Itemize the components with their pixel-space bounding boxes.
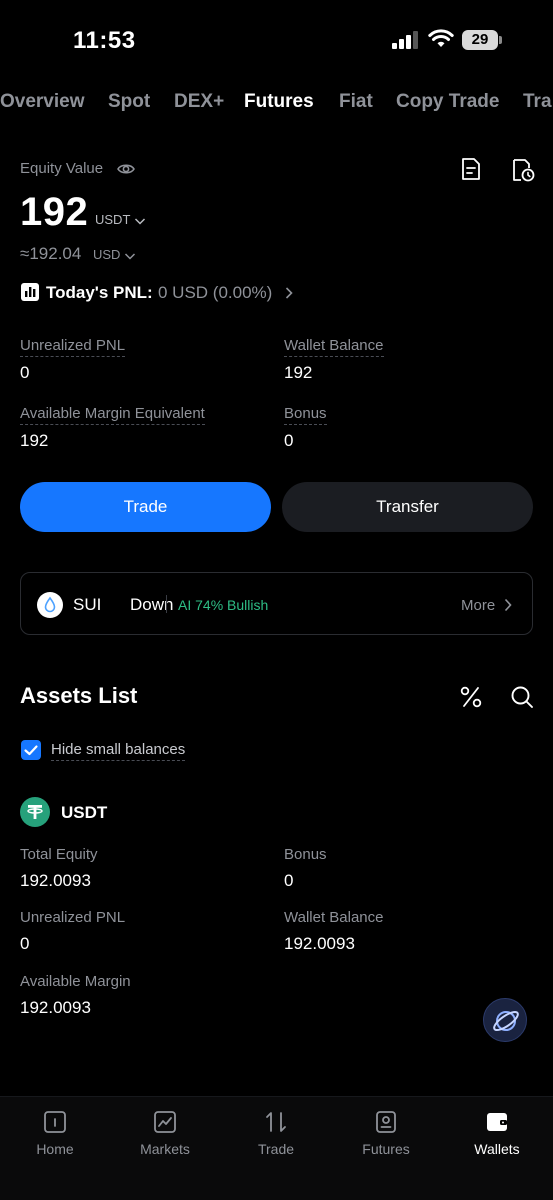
battery-icon: 29	[462, 30, 502, 50]
status-bar: 11:53 29	[0, 0, 553, 80]
nav-markets-label: Markets	[140, 1141, 190, 1157]
equity-unit-select[interactable]: USDT	[95, 212, 146, 227]
asset-unrealized-pnl-label: Unrealized PNL	[20, 909, 126, 926]
trade-icon	[266, 1112, 286, 1132]
bonus-value: 0	[284, 431, 294, 450]
bonus-label[interactable]: Bonus	[284, 405, 327, 425]
history-icon[interactable]	[510, 157, 536, 183]
equity-approx-value: ≈192.04	[20, 244, 82, 263]
asset-unrealized-pnl-value: 0	[20, 934, 30, 953]
asset-wallet-balance-value: 192.0093	[284, 934, 355, 953]
tab-fiat[interactable]: Fiat	[339, 88, 373, 116]
total-equity-value: 192.0093	[20, 871, 91, 890]
home-icon	[44, 1111, 66, 1133]
asset-available-margin-value: 192.0093	[20, 998, 91, 1017]
asset-available-margin-label: Available Margin	[20, 973, 131, 990]
hide-small-balances-label[interactable]: Hide small balances	[51, 741, 186, 761]
tab-futures[interactable]: Futures	[244, 88, 314, 116]
equity-unit-label: USDT	[95, 212, 131, 227]
markets-icon	[154, 1111, 176, 1133]
checkmark-icon	[24, 745, 38, 756]
banner-more-link[interactable]: More	[461, 597, 495, 614]
wallet-tabs: Overview Spot DEX+ Futures Fiat Copy Tra…	[0, 88, 553, 118]
approx-unit-select[interactable]: USD	[93, 247, 136, 262]
chevron-down-icon	[134, 218, 145, 225]
transfer-button[interactable]: Transfer	[282, 482, 533, 532]
tab-spot[interactable]: Spot	[108, 88, 150, 116]
nav-wallets[interactable]: Wallets	[442, 1097, 552, 1177]
available-margin-value: 192	[20, 431, 49, 450]
tab-dex-plus[interactable]: DEX+	[174, 88, 224, 116]
nav-wallets-label: Wallets	[474, 1141, 520, 1157]
banner-ai-sentiment: AI 74% Bullish	[178, 597, 269, 613]
pnl-chart-icon	[21, 283, 39, 301]
sui-logo-icon	[37, 592, 63, 618]
search-icon[interactable]	[509, 684, 535, 710]
tab-overview[interactable]: Overview	[0, 88, 85, 116]
approx-unit-label: USD	[93, 247, 121, 262]
chevron-right-icon[interactable]	[284, 286, 294, 300]
asset-bonus-value: 0	[284, 871, 294, 890]
eye-icon[interactable]	[117, 161, 135, 177]
tab-copy-trade[interactable]: Copy Trade	[396, 88, 499, 116]
orbit-icon	[493, 1010, 519, 1032]
total-equity-label: Total Equity	[20, 846, 98, 863]
market-signal-banner[interactable]: SUI Down AI 74% Bullish More	[20, 572, 533, 635]
usdt-logo-icon	[20, 797, 50, 827]
todays-pnl-value[interactable]: 0 USD (0.00%)	[158, 283, 272, 303]
chevron-down-icon	[125, 253, 136, 260]
banner-divider	[166, 595, 167, 613]
records-icon[interactable]	[458, 156, 484, 182]
tab-truncated[interactable]: Tra	[523, 88, 552, 116]
banner-coin: SUI	[73, 595, 102, 614]
equity-value-label: Equity Value	[20, 160, 104, 177]
assistant-fab[interactable]	[483, 998, 527, 1042]
nav-markets[interactable]: Markets	[110, 1097, 220, 1177]
unrealized-pnl-value: 0	[20, 363, 30, 382]
wifi-icon	[428, 29, 454, 47]
asset-coin-name[interactable]: USDT	[61, 803, 107, 823]
nav-futures[interactable]: Futures	[331, 1097, 441, 1177]
equity-amount: 192	[20, 190, 89, 234]
hide-small-balances-checkbox[interactable]	[21, 740, 41, 760]
unrealized-pnl-label[interactable]: Unrealized PNL	[20, 337, 126, 357]
nav-trade-label: Trade	[257, 1141, 295, 1157]
nav-futures-label: Futures	[362, 1141, 410, 1157]
cellular-signal-icon	[392, 31, 418, 49]
chevron-right-icon[interactable]	[503, 597, 513, 613]
trade-button[interactable]: Trade	[20, 482, 271, 532]
available-margin-label[interactable]: Available Margin Equivalent	[20, 405, 205, 425]
assets-list-title: Assets List	[20, 683, 138, 708]
wallet-balance-value: 192	[284, 363, 313, 382]
nav-home-label: Home	[36, 1141, 74, 1157]
nav-trade[interactable]: Trade	[221, 1097, 331, 1177]
bottom-nav: Home Markets Trade Futures Wallets	[0, 1096, 553, 1200]
status-time: 11:53	[73, 27, 136, 54]
todays-pnl-label[interactable]: Today's PNL:	[46, 283, 153, 303]
wallet-balance-label[interactable]: Wallet Balance	[284, 337, 384, 357]
wallet-icon	[487, 1113, 507, 1131]
nav-home[interactable]: Home	[0, 1097, 110, 1177]
asset-wallet-balance-label: Wallet Balance	[284, 909, 384, 926]
asset-bonus-label: Bonus	[284, 846, 327, 863]
percent-icon[interactable]	[458, 684, 484, 710]
futures-icon	[376, 1111, 396, 1133]
battery-level: 29	[462, 30, 498, 50]
